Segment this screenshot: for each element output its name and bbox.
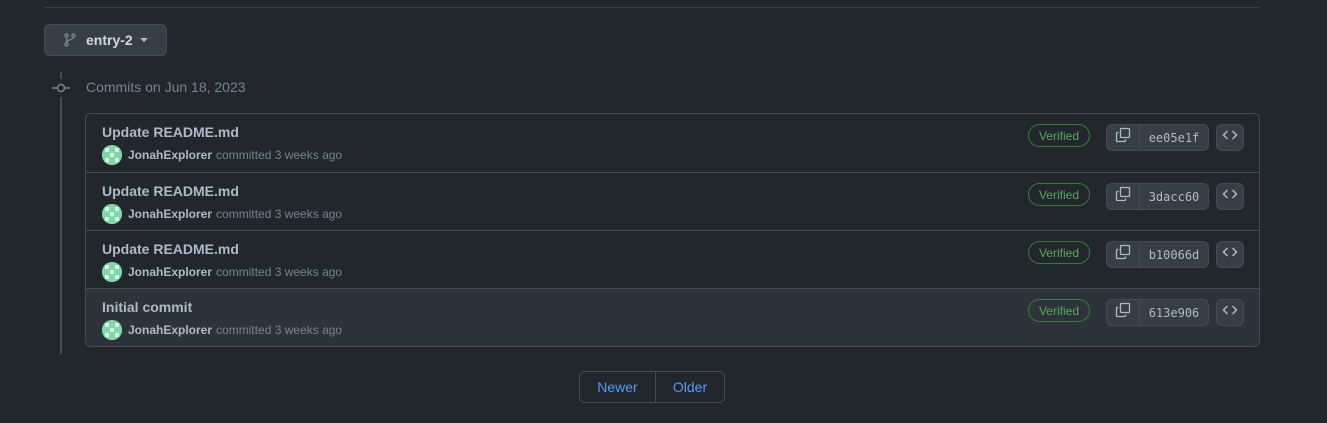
caret-down-icon [139, 36, 148, 44]
commit-time: committed 3 weeks ago [216, 265, 343, 279]
commit-title[interactable]: Update README.md [102, 124, 239, 140]
branch-select-button[interactable]: entry-2 [44, 24, 167, 56]
commit-row: Update README.md JonahExplorer committed… [86, 230, 1259, 288]
commit-author[interactable]: JonahExplorer [128, 265, 212, 279]
commit-sha[interactable]: 613e906 [1140, 300, 1208, 325]
commit-sha[interactable]: b10066d [1140, 242, 1208, 267]
commit-author[interactable]: JonahExplorer [128, 148, 212, 162]
verified-badge[interactable]: Verified [1027, 241, 1090, 264]
commits-date-heading: Commits on Jun 18, 2023 [86, 79, 246, 95]
commit-meta: JonahExplorer committed 3 weeks ago [102, 262, 342, 282]
commit-meta: JonahExplorer committed 3 weeks ago [102, 320, 342, 340]
browse-repo-button[interactable] [1216, 183, 1244, 210]
avatar[interactable] [102, 262, 122, 282]
commit-row: Initial commit JonahExplorer committed 3… [86, 288, 1259, 346]
commit-list: Update README.md JonahExplorer committed… [85, 113, 1260, 347]
sha-group: 3dacc60 [1106, 183, 1209, 210]
verified-badge[interactable]: Verified [1027, 299, 1090, 322]
commit-title[interactable]: Initial commit [102, 299, 192, 315]
commit-time: committed 3 weeks ago [216, 207, 343, 221]
commit-row: Update README.md JonahExplorer committed… [86, 172, 1259, 230]
copy-icon [1115, 127, 1131, 148]
commit-row: Update README.md JonahExplorer committed… [86, 114, 1259, 172]
verified-badge[interactable]: Verified [1027, 124, 1090, 147]
commit-meta: JonahExplorer committed 3 weeks ago [102, 204, 342, 224]
commit-title[interactable]: Update README.md [102, 241, 239, 257]
code-icon [1222, 127, 1238, 148]
code-icon [1222, 186, 1238, 207]
branch-name: entry-2 [86, 32, 133, 48]
copy-icon [1115, 302, 1131, 323]
avatar[interactable] [102, 145, 122, 165]
sha-group: 613e906 [1106, 299, 1209, 326]
browse-repo-button[interactable] [1216, 241, 1244, 268]
git-branch-icon [62, 32, 78, 48]
commit-time: committed 3 weeks ago [216, 323, 343, 337]
commit-sha[interactable]: 3dacc60 [1140, 184, 1208, 209]
newer-button[interactable]: Newer [580, 372, 656, 402]
copy-sha-button[interactable] [1107, 125, 1140, 150]
copy-icon [1115, 244, 1131, 265]
commit-time: committed 3 weeks ago [216, 148, 343, 162]
avatar[interactable] [102, 320, 122, 340]
pagination: Newer Older [579, 371, 725, 403]
code-icon [1222, 302, 1238, 323]
git-commit-icon [52, 79, 70, 97]
commit-meta: JonahExplorer committed 3 weeks ago [102, 145, 342, 165]
top-divider [44, 7, 1260, 8]
timeline-line [60, 72, 62, 354]
verified-badge[interactable]: Verified [1027, 183, 1090, 206]
copy-sha-button[interactable] [1107, 242, 1140, 267]
commit-author[interactable]: JonahExplorer [128, 323, 212, 337]
copy-icon [1115, 186, 1131, 207]
avatar[interactable] [102, 204, 122, 224]
commit-sha[interactable]: ee05e1f [1140, 125, 1208, 150]
browse-repo-button[interactable] [1216, 299, 1244, 326]
commit-author[interactable]: JonahExplorer [128, 207, 212, 221]
code-icon [1222, 244, 1238, 265]
older-button[interactable]: Older [656, 372, 724, 402]
sha-group: b10066d [1106, 241, 1209, 268]
sha-group: ee05e1f [1106, 124, 1209, 151]
copy-sha-button[interactable] [1107, 300, 1140, 325]
browse-repo-button[interactable] [1216, 124, 1244, 151]
commit-title[interactable]: Update README.md [102, 183, 239, 199]
copy-sha-button[interactable] [1107, 184, 1140, 209]
